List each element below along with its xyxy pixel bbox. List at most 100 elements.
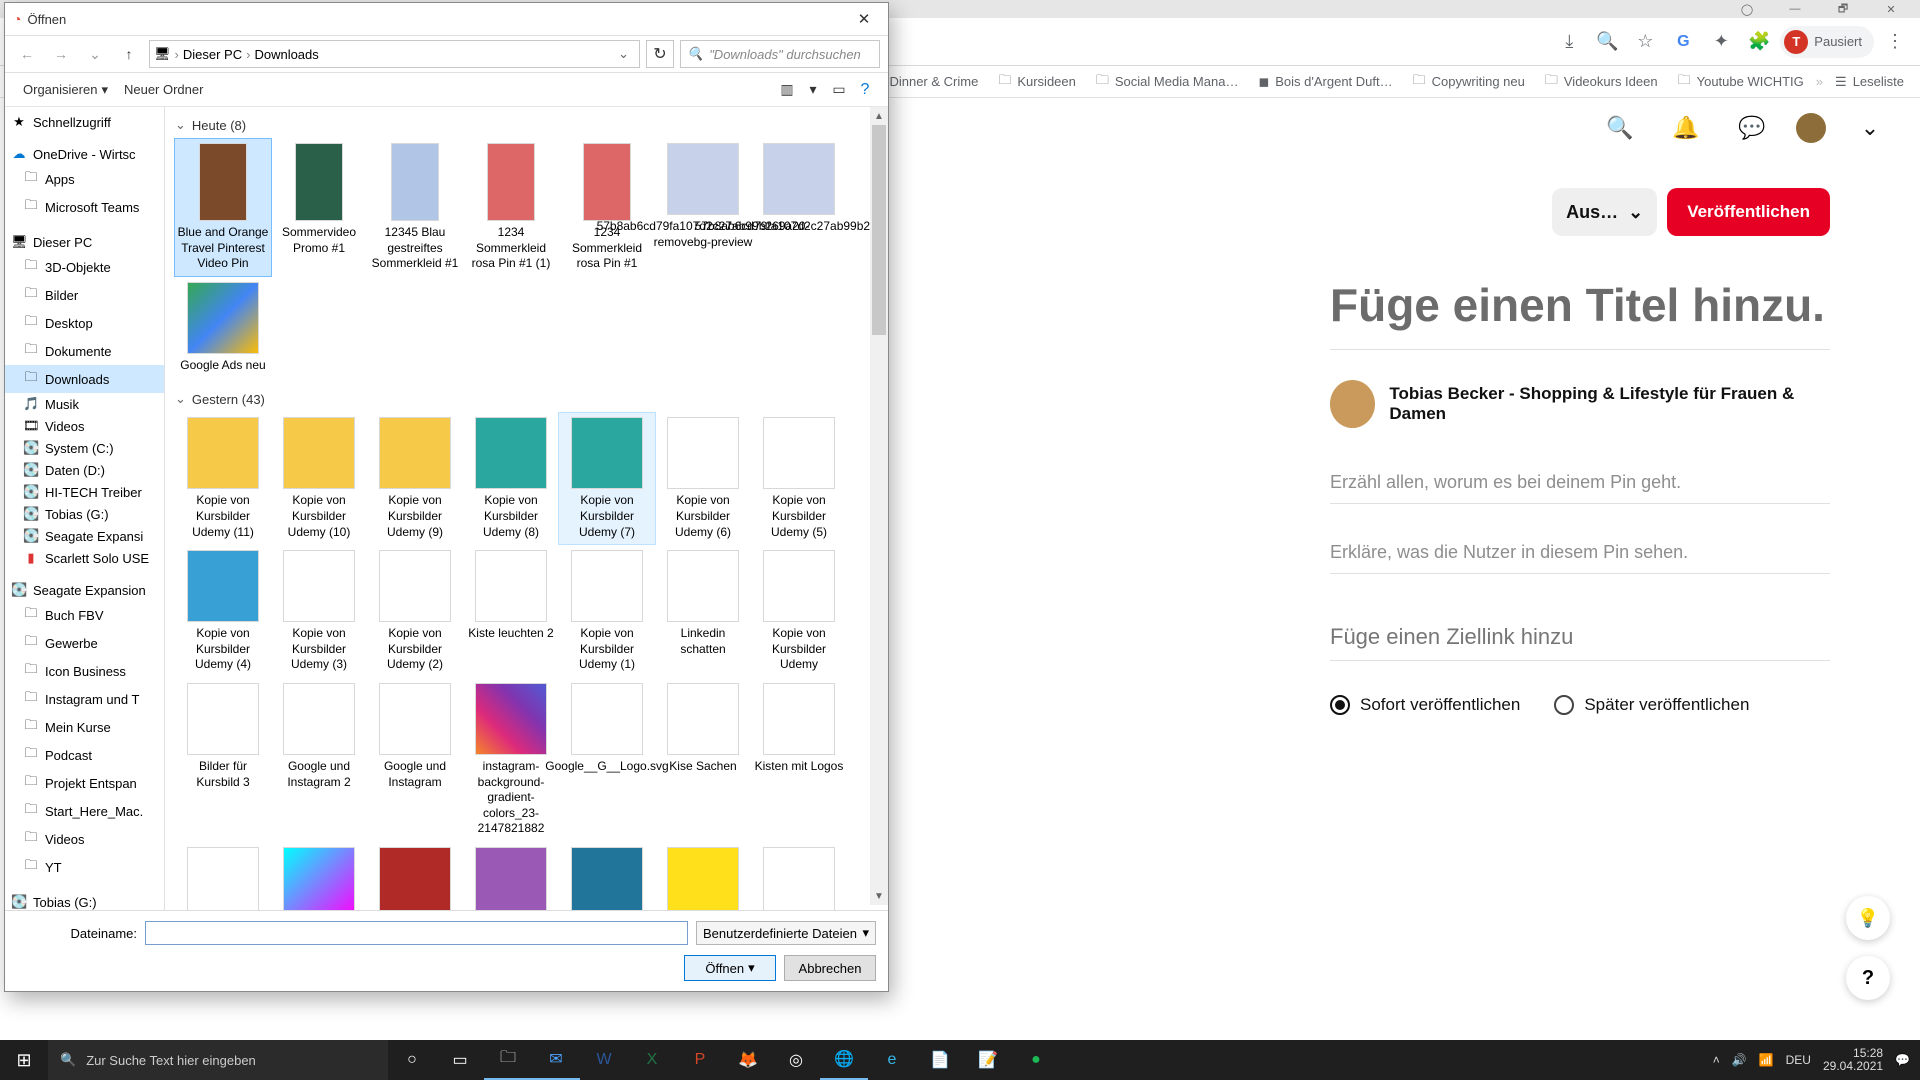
firefox-icon[interactable]: 🦊 xyxy=(724,1040,772,1080)
system-tray[interactable]: ˄ 🔊 📶 DEU 15:28 29.04.2021 💬 xyxy=(1703,1047,1920,1073)
ideas-button[interactable]: 💡 xyxy=(1846,896,1890,940)
tree-item[interactable]: 🗀Microsoft Teams xyxy=(5,193,164,221)
board-select[interactable]: Aus…⌄ xyxy=(1552,188,1657,236)
tree-item[interactable]: 💽Seagate Expansi xyxy=(5,525,164,547)
folder-tree[interactable]: ★Schnellzugriff ☁OneDrive - Wirtsc 🗀Apps… xyxy=(5,107,165,910)
tree-item[interactable]: 🗀Mein Kurse xyxy=(5,713,164,741)
preview-pane-button[interactable]: ▭ xyxy=(826,77,852,103)
excel-icon[interactable]: X xyxy=(628,1040,676,1080)
taskviewураicon[interactable]: ▭ xyxy=(436,1040,484,1080)
extensions-icon[interactable]: 🧩 xyxy=(1742,25,1776,59)
powerpoint-icon[interactable]: P xyxy=(676,1040,724,1080)
file-item[interactable]: Bilder für Kursbild 3 xyxy=(175,679,271,841)
radio-publish-later[interactable]: Später veröffentlichen xyxy=(1554,695,1749,715)
wifi-icon[interactable]: 📶 xyxy=(1759,1053,1774,1067)
tree-this-pc[interactable]: 🖥Dieser PC xyxy=(5,231,164,253)
reading-list[interactable]: ☰Leseliste xyxy=(1827,70,1912,94)
scroll-up-button[interactable]: ▲ xyxy=(870,107,888,125)
chevron-down-icon[interactable]: ⌄ xyxy=(1848,106,1892,150)
notes-icon[interactable]: 📝 xyxy=(964,1040,1012,1080)
file-item[interactable]: Kopie von Kursbilder Udemy (7) xyxy=(559,413,655,544)
notepad-icon[interactable]: 📄 xyxy=(916,1040,964,1080)
tree-item[interactable]: 🎞Videos xyxy=(5,415,164,437)
breadcrumb[interactable]: Downloads xyxy=(254,47,318,62)
tree-seagate[interactable]: 💽Seagate Expansion xyxy=(5,579,164,601)
publish-button[interactable]: Veröffentlichen xyxy=(1667,188,1830,236)
bookmark-item[interactable]: 🗀Copywriting neu xyxy=(1405,67,1533,97)
cancel-button[interactable]: Abbrechen xyxy=(784,955,876,981)
chevron-down-icon[interactable]: ⌄ xyxy=(612,46,635,62)
extension-icon[interactable]: ✦ xyxy=(1704,25,1738,59)
file-item[interactable]: Kise Sachen xyxy=(655,679,751,841)
file-item[interactable]: Google und Instagram xyxy=(367,679,463,841)
browser-extra-btn[interactable]: ◯ xyxy=(1724,0,1770,18)
file-item[interactable]: Google Ads neu xyxy=(175,278,271,378)
tree-item[interactable]: 🗀Buch FBV xyxy=(5,601,164,629)
breadcrumb[interactable]: Dieser PC xyxy=(183,47,242,62)
pin-link-input[interactable]: Füge einen Ziellink hinzu xyxy=(1330,614,1830,661)
file-pane[interactable]: ⌄Heute (8) Blue and Orange Travel Pinter… xyxy=(165,107,888,910)
group-yesterday-header[interactable]: ⌄Gestern (43) xyxy=(175,387,880,413)
chevron-down-icon[interactable]: ▾ xyxy=(800,77,826,103)
bookmark-item[interactable]: 🗀Kursideen xyxy=(990,67,1084,97)
file-item[interactable]: Kopie von Kursbilder Udemy (9) xyxy=(367,413,463,544)
tree-item[interactable]: 🗀Videos xyxy=(5,825,164,853)
file-item[interactable]: Kopie von Kursbilder Udemy (11) xyxy=(175,413,271,544)
file-item[interactable]: Linkedin schatten xyxy=(655,546,751,677)
file-item[interactable]: Bilder für Kursbild xyxy=(751,843,847,910)
file-item[interactable]: 12345 Blau gestreiftes Sommerkleid #1 xyxy=(367,139,463,276)
file-item[interactable]: Kopie von Kursbilder Udemy (10) xyxy=(271,413,367,544)
group-today-header[interactable]: ⌄Heute (8) xyxy=(175,113,880,139)
radio-publish-now[interactable]: Sofort veröffentlichen xyxy=(1330,695,1520,715)
tray-chevron-icon[interactable]: ˄ xyxy=(1713,1053,1720,1067)
file-item[interactable]: Google__G__Logo.svg xyxy=(559,679,655,841)
tree-item[interactable]: 💽Daten (D:) xyxy=(5,459,164,481)
refresh-button[interactable]: ↻ xyxy=(646,40,674,68)
spotify-icon[interactable]: ● xyxy=(1012,1040,1060,1080)
tree-item[interactable]: 🗀Dokumente xyxy=(5,337,164,365)
zoom-icon[interactable]: 🔍 xyxy=(1590,25,1624,59)
file-item[interactable]: Kiste leuchten 2 xyxy=(463,546,559,677)
file-item[interactable]: Sommervideo Promo #1 xyxy=(271,139,367,276)
pin-alt-input[interactable]: Erkläre, was die Nutzer in diesem Pin se… xyxy=(1330,532,1830,574)
search-icon[interactable]: 🔍 xyxy=(1598,106,1642,150)
nav-forward-button[interactable]: → xyxy=(47,40,75,68)
tree-item[interactable]: 🗀3D-Objekte xyxy=(5,253,164,281)
tree-item[interactable]: 🗀Desktop xyxy=(5,309,164,337)
filetype-select[interactable]: Benutzerdefinierte Dateien▾ xyxy=(696,921,876,945)
mail-icon[interactable]: ✉ xyxy=(532,1040,580,1080)
tree-item[interactable]: 🗀Apps xyxy=(5,165,164,193)
view-mode-button[interactable]: ▥ xyxy=(774,77,800,103)
scroll-down-button[interactable]: ▼ xyxy=(870,887,888,905)
tree-item[interactable]: 🗀Projekt Entspan xyxy=(5,769,164,797)
file-item[interactable]: Thumbnail xyxy=(271,843,367,910)
bookmark-item[interactable]: ◼Bois d'Argent Duft… xyxy=(1250,70,1400,94)
tree-item[interactable]: 🗀Start_Here_Mac. xyxy=(5,797,164,825)
bookmark-item[interactable]: 🗀Videokurs Ideen xyxy=(1537,67,1666,97)
file-item[interactable]: Kopie von Kursbilder Udemy (5) xyxy=(751,413,847,544)
chrome-icon[interactable]: 🌐 xyxy=(820,1040,868,1080)
chat-icon[interactable]: 💬 xyxy=(1730,106,1774,150)
organize-button[interactable]: Organisieren▾ xyxy=(15,78,116,102)
install-app-icon[interactable]: ⤓ xyxy=(1552,25,1586,59)
edge-icon[interactable]: e xyxy=(868,1040,916,1080)
files-scrollbar[interactable]: ▲ ▼ xyxy=(870,107,888,905)
nav-up-button[interactable]: ↑ xyxy=(115,40,143,68)
browser-close-btn[interactable]: ✕ xyxy=(1868,0,1914,18)
file-item[interactable]: Kisten mit Logos schatten xyxy=(175,843,271,910)
cortana-icon[interactable]: ○ xyxy=(388,1040,436,1080)
pin-title-input[interactable]: Füge einen Titel hinzu. xyxy=(1330,280,1830,350)
tree-item[interactable]: 🎵Musik xyxy=(5,393,164,415)
pin-description-input[interactable]: Erzähl allen, worum es bei deinem Pin ge… xyxy=(1330,462,1830,504)
file-item[interactable]: Kopie von Kursbilder Udemy (1) xyxy=(559,546,655,677)
tree-item[interactable]: 🗀Instagram und T xyxy=(5,685,164,713)
filename-input[interactable] xyxy=(145,921,688,945)
tree-item[interactable]: 💽Tobias (G:) xyxy=(5,503,164,525)
help-icon[interactable]: ? xyxy=(852,77,878,103)
file-item[interactable]: Kopie von Kursbilder Udemy (4) xyxy=(175,546,271,677)
browser-minimize-btn[interactable]: — xyxy=(1772,0,1818,18)
file-item[interactable]: Kopie von Kursbilder Udemy xyxy=(751,546,847,677)
file-item[interactable]: WordPress_blue_logo.svg xyxy=(559,843,655,910)
scrollbar-thumb[interactable] xyxy=(872,125,886,335)
user-avatar[interactable] xyxy=(1796,113,1826,143)
